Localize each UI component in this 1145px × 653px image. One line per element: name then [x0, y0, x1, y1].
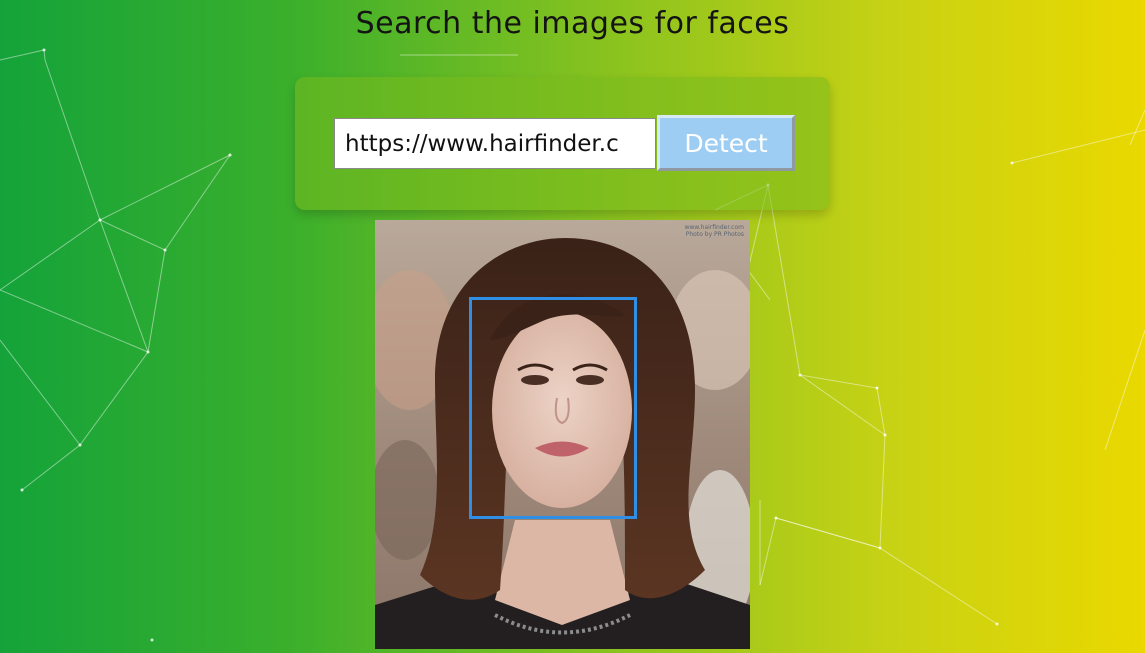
- page-title: Search the images for faces: [355, 6, 790, 41]
- photo-watermark: www.hairfinder.com Photo by PR Photos: [685, 224, 744, 238]
- result-image: www.hairfinder.com Photo by PR Photos: [375, 220, 750, 649]
- face-bounding-box: [469, 297, 637, 519]
- search-form-card: Detect: [295, 77, 830, 210]
- detect-button[interactable]: Detect: [657, 115, 795, 171]
- watermark-line-2: Photo by PR Photos: [685, 231, 744, 238]
- image-url-input[interactable]: [334, 118, 656, 169]
- watermark-line-1: www.hairfinder.com: [684, 224, 744, 231]
